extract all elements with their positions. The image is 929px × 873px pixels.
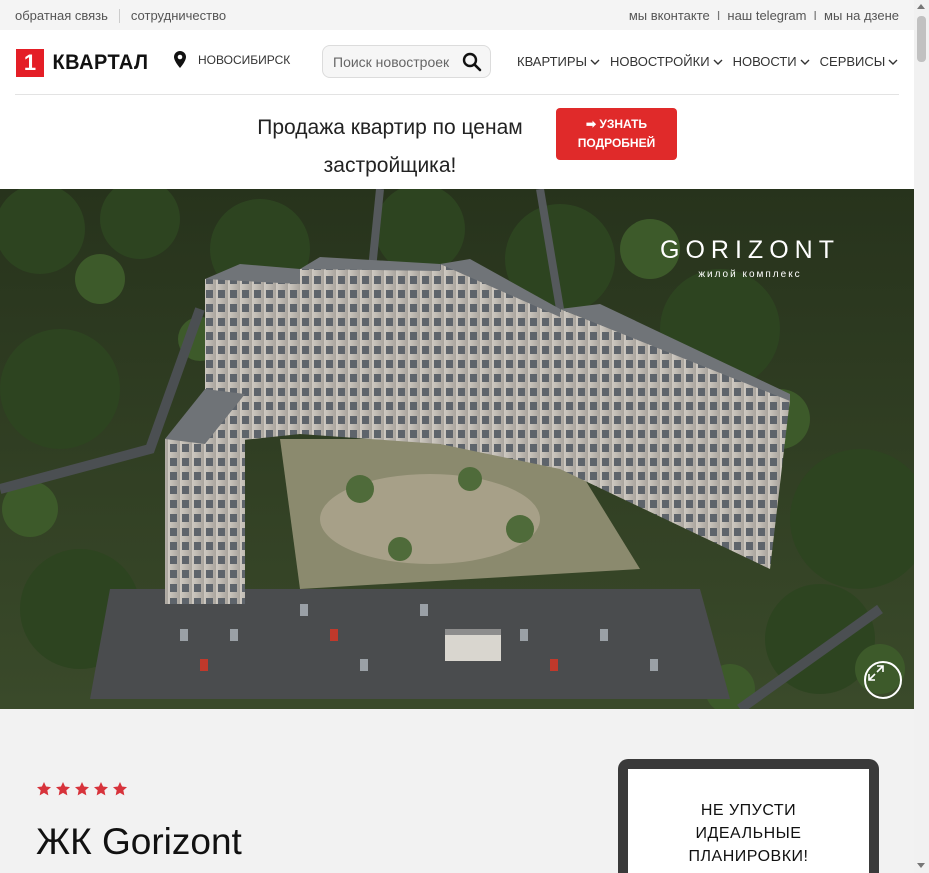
card-line: ИДЕАЛЬНЫЕ <box>695 825 802 842</box>
card-line: НЕ УПУСТИ <box>700 802 797 819</box>
nav-item-label: СЕРВИСЫ <box>819 54 886 69</box>
site-logo[interactable]: 1 КВАРТАЛ <box>16 49 151 77</box>
nav-item-apartments[interactable]: КВАРТИРЫ <box>517 54 600 69</box>
star-icon <box>94 782 108 796</box>
site-header: 1 КВАРТАЛ НОВОСИБИРСК КВАРТИРЫ НОВОСТРОЙ… <box>0 30 914 95</box>
logo-number: 1 <box>16 49 44 77</box>
cooperation-link[interactable]: сотрудничество <box>131 8 226 23</box>
hero-image[interactable]: GORIZONT жилой комплекс <box>0 189 914 709</box>
nav-item-label: НОВОСТРОЙКИ <box>610 54 710 69</box>
scroll-up-arrow-icon[interactable] <box>917 4 925 9</box>
button-line: ➡ УЗНАТЬ <box>585 117 648 131</box>
nav-item-label: НОВОСТИ <box>732 54 797 69</box>
scrollbar-thumb[interactable] <box>917 16 926 62</box>
listing-section: ЖК Gorizont НЕ УПУСТИ ИДЕАЛЬНЫЕ ПЛАНИРОВ… <box>0 709 914 873</box>
telegram-link[interactable]: наш telegram <box>727 8 806 23</box>
search-icon[interactable] <box>462 52 482 72</box>
location-pin-icon <box>174 51 186 68</box>
chevron-down-icon <box>800 59 810 65</box>
chevron-down-icon <box>713 59 723 65</box>
chevron-down-icon <box>888 59 898 65</box>
star-icon <box>113 782 127 796</box>
brand-subtitle: жилой комплекс <box>698 269 802 280</box>
topbar-left-links: обратная связь сотрудничество <box>15 8 226 23</box>
promo-card-body: НЕ УПУСТИ ИДЕАЛЬНЫЕ ПЛАНИРОВКИ! <box>628 769 869 873</box>
dzen-link[interactable]: мы на дзене <box>824 8 899 23</box>
divider <box>118 8 120 23</box>
nav-item-news[interactable]: НОВОСТИ <box>733 54 810 69</box>
nav-item-new-buildings[interactable]: НОВОСТРОЙКИ <box>610 54 723 69</box>
vk-link[interactable]: мы вконтакте <box>629 8 710 23</box>
button-line: ПОДРОБНЕЙ <box>577 136 656 150</box>
feedback-link[interactable]: обратная связь <box>15 8 108 23</box>
expand-icon[interactable] <box>864 661 902 699</box>
page-scrollbar[interactable] <box>914 0 929 873</box>
top-utility-bar: обратная связь сотрудничество мы вконтак… <box>0 0 914 30</box>
star-icon <box>56 782 70 796</box>
learn-more-button[interactable]: ➡ УЗНАТЬ ПОДРОБНЕЙ <box>556 108 677 160</box>
card-line: ПЛАНИРОВКИ! <box>688 848 809 865</box>
brand-name: GORIZONT <box>660 236 840 264</box>
chevron-down-icon <box>590 59 600 65</box>
separator: I <box>716 8 721 23</box>
promo-banner: Продажа квартир по ценам застройщика! ➡ … <box>0 95 914 189</box>
layouts-promo-card[interactable]: НЕ УПУСТИ ИДЕАЛЬНЫЕ ПЛАНИРОВКИ! <box>618 759 879 873</box>
separator: I <box>813 8 818 23</box>
project-brand: GORIZONT жилой комплекс <box>645 236 855 280</box>
search-input[interactable] <box>323 46 459 77</box>
main-nav: КВАРТИРЫ НОВОСТРОЙКИ НОВОСТИ СЕРВИСЫ <box>517 54 908 69</box>
topbar-social-links: мы вконтакте I наш telegram I мы на дзен… <box>629 8 899 23</box>
rating-stars <box>36 781 131 797</box>
scroll-down-arrow-icon[interactable] <box>917 863 925 868</box>
star-icon <box>75 782 89 796</box>
nav-item-services[interactable]: СЕРВИСЫ <box>820 54 899 69</box>
search-box <box>322 45 491 78</box>
listing-title: ЖК Gorizont <box>36 821 242 862</box>
arrows-diagonal-icon <box>868 665 884 681</box>
nav-item-label: КВАРТИРЫ <box>517 54 588 69</box>
logo-word: КВАРТАЛ <box>52 51 149 74</box>
star-icon <box>37 782 51 796</box>
promo-text: Продажа квартир по ценам застройщика! <box>257 116 523 177</box>
city-name: НОВОСИБИРСК <box>198 52 291 67</box>
city-selector[interactable]: НОВОСИБИРСК <box>174 51 290 68</box>
